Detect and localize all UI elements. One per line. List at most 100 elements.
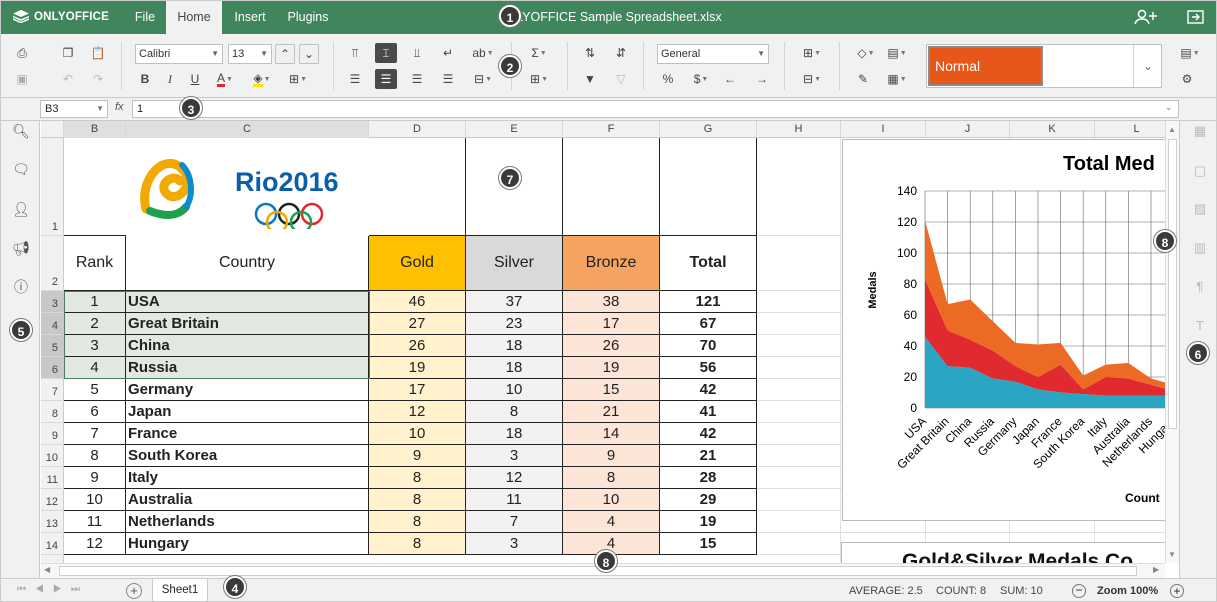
row-header[interactable]: 1 (41, 138, 64, 236)
tab-file[interactable]: File (125, 1, 165, 34)
cell-gold[interactable]: 46 (369, 291, 466, 313)
vertical-scrollbar[interactable]: ▲ ▼ (1165, 121, 1179, 563)
clear-filter-icon[interactable]: ▽ (610, 69, 632, 89)
cell-bronze[interactable]: 19 (563, 357, 660, 379)
cell-silver[interactable]: 18 (466, 357, 563, 379)
currency-icon[interactable]: $ ▼ (687, 69, 715, 89)
percent-icon[interactable]: % (657, 69, 679, 89)
filter-icon[interactable]: ▼ (579, 69, 601, 89)
cell-styles-gallery[interactable]: Normal ⌄ (926, 44, 1162, 88)
scroll-up-icon[interactable]: ▲ (1168, 125, 1176, 134)
tab-plugins[interactable]: Plugins (278, 1, 338, 34)
col-header-e[interactable]: E (466, 121, 563, 138)
view-settings-icon[interactable]: ▤ ▼ (1176, 43, 1204, 63)
cell-silver[interactable]: 37 (466, 291, 563, 313)
open-location-icon[interactable] (1187, 9, 1205, 27)
cell-logo-area[interactable] (64, 138, 126, 236)
chart-settings-icon[interactable]: ▥ (1190, 238, 1210, 258)
cell-rank[interactable]: 12 (64, 533, 126, 555)
justify-icon[interactable]: ☰ (437, 69, 459, 89)
cell-total[interactable]: 67 (660, 313, 757, 335)
col-header-h[interactable]: H (757, 121, 841, 138)
select-all-corner[interactable] (41, 121, 64, 138)
wrap-text-icon[interactable]: ↵ (437, 43, 459, 63)
print-icon[interactable]: ⎙ (11, 43, 33, 63)
align-middle-icon[interactable]: ⌶ (375, 43, 397, 63)
cell-rank[interactable]: 10 (64, 489, 126, 511)
row-header[interactable]: 10 (41, 445, 64, 467)
row-header[interactable]: 7 (41, 379, 64, 401)
fill-color-button[interactable]: ◈ ▼ (248, 69, 276, 89)
row-header[interactable]: 6 (41, 357, 64, 379)
cell-gold[interactable]: 10 (369, 423, 466, 445)
sort-descending-icon[interactable]: ⇵ (610, 43, 632, 63)
merge-cells-icon[interactable]: ⊟ ▼ (469, 69, 497, 89)
cell-total[interactable]: 42 (660, 423, 757, 445)
cell-gold[interactable]: 8 (369, 533, 466, 555)
cell-rank[interactable]: 3 (64, 335, 126, 357)
italic-button[interactable]: I (159, 69, 181, 89)
cell-country[interactable]: France (126, 423, 369, 445)
row-header[interactable]: 9 (41, 423, 64, 445)
col-header-l[interactable]: L (1095, 121, 1165, 138)
chart-total-medals[interactable]: Total Med 0 20 40 60 80 100 120 140 USA Great Brit… (842, 139, 1165, 521)
cell-silver[interactable]: 10 (466, 379, 563, 401)
fx-icon[interactable]: fx (115, 101, 124, 113)
sheet-nav-icons[interactable]: ⏮◀▶⏭ (17, 584, 89, 595)
image-settings-icon[interactable]: ▨ (1190, 199, 1210, 219)
tab-insert[interactable]: Insert (223, 1, 277, 34)
clear-icon[interactable]: ◇ ▼ (852, 43, 880, 63)
cell-gold[interactable]: 9 (369, 445, 466, 467)
cell-gold[interactable]: 8 (369, 511, 466, 533)
cell-total[interactable]: 28 (660, 467, 757, 489)
cell-rank[interactable]: 4 (64, 357, 126, 379)
increase-font-icon[interactable]: ⌃ (275, 44, 295, 64)
cell-total[interactable]: 42 (660, 379, 757, 401)
name-box[interactable]: B3 ▼ (40, 100, 108, 118)
header-country[interactable]: Country (126, 236, 369, 291)
cell-total[interactable]: 70 (660, 335, 757, 357)
comments-icon[interactable]: 🗨︎ (11, 159, 31, 179)
bold-button[interactable]: B (134, 69, 156, 89)
col-header-f[interactable]: F (563, 121, 660, 138)
add-sheet-icon[interactable]: + (126, 583, 142, 599)
row-header[interactable]: 2 (41, 236, 64, 291)
header-total[interactable]: Total (660, 236, 757, 291)
conditional-format-icon[interactable]: ▤ ▼ (883, 43, 911, 63)
sort-ascending-icon[interactable]: ⇅ (579, 43, 601, 63)
cell-silver[interactable]: 23 (466, 313, 563, 335)
tab-home[interactable]: Home (166, 1, 222, 34)
header-gold[interactable]: Gold (369, 236, 466, 291)
header-bronze[interactable]: Bronze (563, 236, 660, 291)
cell-total[interactable]: 19 (660, 511, 757, 533)
row-header[interactable]: 12 (41, 489, 64, 511)
align-right-icon[interactable]: ☰ (406, 69, 428, 89)
underline-button[interactable]: U (184, 69, 206, 89)
font-name-select[interactable]: Calibri ▼ (135, 44, 223, 64)
save-icon[interactable]: ▣ (11, 69, 33, 89)
cell-rank[interactable]: 5 (64, 379, 126, 401)
sheet-tab[interactable]: Sheet1 (152, 579, 208, 601)
cell-country[interactable]: China (126, 335, 369, 357)
row-header[interactable]: 11 (41, 467, 64, 489)
feedback-icon[interactable]: 📢︎ (11, 238, 31, 258)
col-header-c[interactable]: C (126, 121, 369, 138)
cell-country[interactable]: Russia (126, 357, 369, 379)
cell-bronze[interactable]: 17 (563, 313, 660, 335)
increase-decimal-icon[interactable]: → (751, 69, 773, 89)
expand-formula-icon[interactable]: ⌄ (1165, 102, 1173, 113)
formula-input[interactable]: 1 (132, 100, 1179, 118)
scroll-down-icon[interactable]: ▼ (1168, 550, 1176, 559)
cell-country[interactable]: Italy (126, 467, 369, 489)
number-format-select[interactable]: General ▼ (657, 44, 769, 64)
cell-rank[interactable]: 11 (64, 511, 126, 533)
cell-gold[interactable]: 19 (369, 357, 466, 379)
paste-icon[interactable]: 📋 (87, 43, 109, 63)
cell-bronze[interactable]: 10 (563, 489, 660, 511)
cell-gold[interactable]: 8 (369, 467, 466, 489)
cell-blank[interactable] (563, 138, 660, 236)
align-top-icon[interactable]: ⫪ (344, 43, 366, 63)
cell-country[interactable]: Japan (126, 401, 369, 423)
cell-silver[interactable]: 7 (466, 511, 563, 533)
sum-icon[interactable]: Σ ▼ (525, 43, 553, 63)
